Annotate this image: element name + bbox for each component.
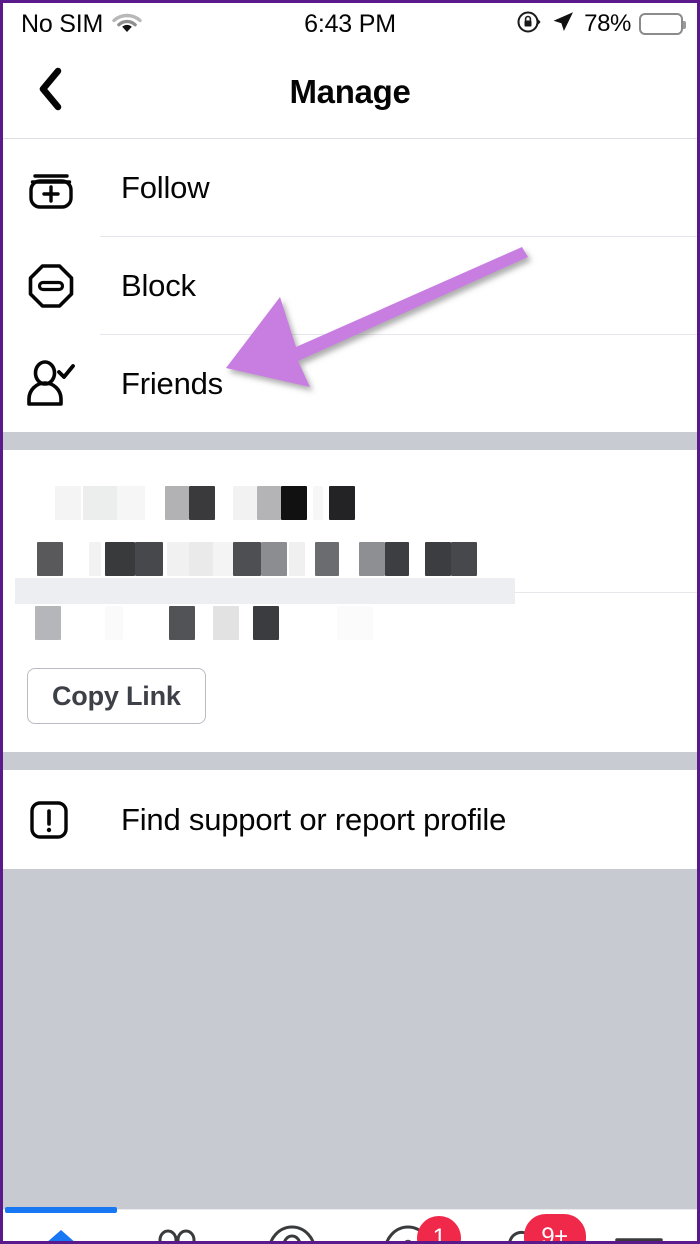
tab-notifications[interactable]: 9+ [466,1210,586,1241]
person-check-icon [23,356,79,412]
status-bar: No SIM 6:43 PM 78% [3,3,697,45]
bottom-tab-bar: 1 9+ [3,1207,697,1241]
carrier-label: No SIM [21,9,104,38]
faint-bar [15,578,515,604]
page-title: Manage [289,72,411,110]
status-bar-right: 78% [516,9,686,40]
redacted-text-line [27,542,697,576]
profile-circle-icon [264,1224,320,1241]
profile-link-section: Copy Link [3,450,697,752]
menu-item-friends[interactable]: Friends [3,335,697,432]
hamburger-menu-icon [611,1232,667,1241]
exclamation-box-icon [23,792,79,848]
friends-icon [147,1226,207,1241]
battery-percent-label: 78% [584,10,631,37]
faint-highlight-row [3,578,697,606]
tab-menu[interactable] [581,1210,697,1241]
section-separator [3,752,697,770]
home-icon [33,1226,89,1241]
menu-item-follow[interactable]: Follow [3,139,697,236]
location-arrow-icon [550,9,576,40]
menu-item-block[interactable]: Block [3,237,697,334]
battery-icon [639,13,686,35]
nav-header: Manage [3,45,697,139]
follow-plus-icon [23,160,79,216]
find-support-report-label: Find support or report profile [121,801,507,837]
tab-friends[interactable] [119,1210,235,1241]
section-separator [3,432,697,450]
status-bar-left: No SIM [21,11,142,38]
hairline-divider [515,592,697,593]
menu-item-label: Friends [121,365,223,401]
redacted-text-line [27,606,697,640]
menu-item-label: Follow [121,169,210,205]
tab-profile[interactable] [234,1210,350,1241]
menu-item-label: Block [121,267,196,303]
copy-link-button[interactable]: Copy Link [27,668,206,724]
wifi-icon [112,11,142,38]
empty-gray-area [3,869,697,1209]
tab-groups[interactable]: 1 [350,1210,466,1241]
phone-screen: No SIM 6:43 PM 78% Manage Follow Block F… [0,0,700,1244]
tab-home[interactable] [3,1207,119,1241]
groups-badge: 1 [417,1216,462,1241]
block-octagon-icon [23,258,79,314]
rotation-lock-icon [516,9,542,40]
redacted-text-line [27,486,697,520]
notifications-badge: 9+ [523,1214,586,1241]
active-tab-indicator [4,1207,117,1213]
manage-menu-card: Follow Block Friends [3,139,697,432]
find-support-report-row[interactable]: Find support or report profile [3,770,697,869]
